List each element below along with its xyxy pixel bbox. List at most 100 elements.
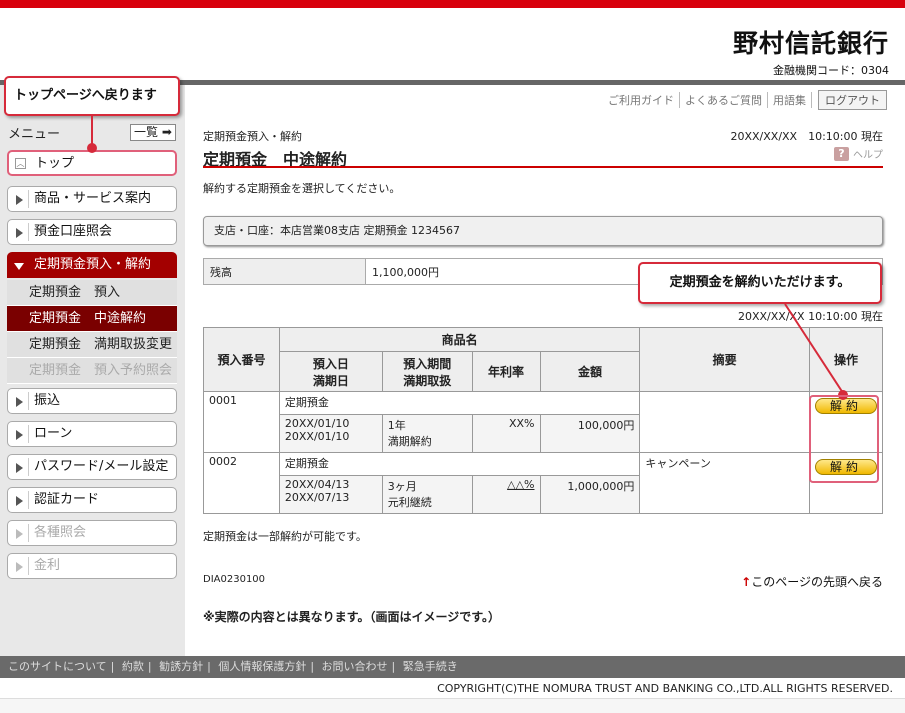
deposit-no: 0001: [203, 391, 280, 453]
triangle-right-icon: [16, 562, 23, 572]
balance-label: 残高: [203, 258, 366, 285]
rate: △△%: [471, 475, 541, 514]
deposit-term: 1年: [387, 419, 406, 432]
menu-list-button[interactable]: 一覧 ➡: [130, 124, 176, 141]
sidebar-item-transfer[interactable]: 振込: [7, 388, 177, 414]
bank-logo[interactable]: 野村信託銀行: [733, 24, 889, 60]
header-amount: 金額: [539, 351, 641, 392]
table-row: 0002 定期預金 キャンペーン 解約: [203, 452, 884, 514]
sidebar-item-label: 金利: [34, 558, 61, 573]
back-to-top-link[interactable]: ↑このページの先頭へ戻る: [741, 573, 883, 590]
top-red-bar: [0, 0, 905, 8]
sidebar-item-loan[interactable]: ローン: [7, 421, 177, 447]
sidebar-item-auth-card[interactable]: 認証カード: [7, 487, 177, 513]
sidebar: メニュー 一覧 ➡ ︿ トップ 商品・サービス案内 預金口座照会 定期預金預入・…: [0, 85, 185, 656]
sidebar-item-account-inquiry[interactable]: 預金口座照会: [7, 219, 177, 245]
subitem-deposit[interactable]: 定期預金 預入: [7, 280, 177, 306]
guide-link[interactable]: ご利用ガイド: [603, 92, 680, 108]
breadcrumb: 定期預金預入・解約: [203, 130, 302, 143]
dates: 20XX/01/10 20XX/01/10: [278, 414, 383, 453]
sidebar-item-label: 定期預金預入・解約: [34, 257, 152, 272]
deposit-date: 20XX/01/10: [284, 417, 350, 430]
header-dates: 預入日 満期日: [278, 351, 383, 392]
maturity-date: 20XX/07/13: [284, 491, 350, 504]
faq-link[interactable]: よくあるご質問: [680, 92, 768, 108]
triangle-right-icon: [16, 397, 23, 407]
footer-link-terms[interactable]: 約款: [122, 660, 144, 673]
maturity-date: 20XX/01/10: [284, 430, 350, 443]
header-rate: 年利率: [471, 351, 541, 392]
maturity-handling: 元利継続: [387, 496, 432, 509]
amount: 1,000,000円: [539, 475, 641, 514]
sidebar-item-password[interactable]: パスワード/メール設定: [7, 454, 177, 480]
subitem-maturity-change[interactable]: 定期預金 満期取扱変更: [7, 332, 177, 358]
chevron-up-icon: ︿: [15, 158, 26, 169]
triangle-right-icon: [16, 529, 23, 539]
header-deposit-date: 預入日: [312, 356, 349, 371]
partial-cancel-note: 定期預金は一部解約が可能です。: [203, 530, 367, 543]
help-icon: ?: [834, 146, 849, 161]
sidebar-item-inquiries: 各種照会: [7, 520, 177, 546]
header-maturity-date: 満期日: [312, 373, 349, 388]
sidebar-item-label: トップ: [35, 156, 75, 171]
product-name: 定期預金: [278, 452, 641, 476]
triangle-right-icon: [16, 430, 23, 440]
callout-cancel-available: 定期預金を解約いただけます。: [638, 262, 882, 304]
cancel-buttons-highlight: [809, 395, 879, 483]
sidebar-item-top[interactable]: ︿ トップ: [7, 150, 177, 176]
header-term: 預入期間 満期取扱: [381, 351, 473, 392]
term: 1年満期解約: [381, 414, 473, 453]
account-info-box: 支店・口座：本店営業08支店 定期預金 1234567: [203, 216, 883, 246]
glossary-link[interactable]: 用語集: [768, 92, 812, 108]
brand: 野村信託銀行 金融機関コード：0304: [733, 24, 889, 78]
dates: 20XX/04/13 20XX/07/13: [278, 475, 383, 514]
callout-back-to-top: トップページへ戻ります: [4, 76, 180, 116]
footer-link-solicitation[interactable]: 勧誘方針: [159, 660, 203, 673]
deposit-term: 3ヶ月: [387, 480, 417, 493]
triangle-down-icon: [14, 263, 24, 270]
sidebar-item-label: 商品・サービス案内: [34, 191, 152, 206]
utility-nav: ご利用ガイド よくあるご質問 用語集 ログアウト: [603, 90, 887, 110]
sidebar-item-products[interactable]: 商品・サービス案内: [7, 186, 177, 212]
help-label: ヘルプ: [853, 150, 883, 161]
header-product: 商品名: [278, 327, 641, 352]
triangle-right-icon: [16, 463, 23, 473]
logout-button[interactable]: ログアウト: [818, 90, 887, 110]
amount: 100,000円: [539, 414, 641, 453]
maturity-handling: 満期解約: [387, 435, 432, 448]
header-deposit-term: 預入期間: [403, 356, 452, 371]
subitem-early-cancel[interactable]: 定期預金 中途解約: [7, 306, 177, 332]
sidebar-item-time-deposit[interactable]: 定期預金預入・解約: [7, 252, 177, 278]
sidebar-item-label: パスワード/メール設定: [34, 459, 169, 474]
menu-list-label: 一覧: [134, 125, 159, 139]
title-underline: [203, 166, 883, 168]
rate: XX%: [471, 414, 541, 453]
footer-link-about[interactable]: このサイトについて: [8, 660, 107, 673]
help-link[interactable]: ? ヘルプ: [834, 146, 883, 161]
instruction-text: 解約する定期預金を選択してください。: [203, 182, 401, 195]
triangle-right-icon: [16, 228, 23, 238]
sidebar-item-label: ローン: [34, 426, 73, 441]
deposit-no: 0002: [203, 452, 280, 514]
arrow-up-icon: ↑: [741, 575, 752, 589]
deposit-date: 20XX/04/13: [284, 478, 350, 491]
bottom-bar: [0, 698, 905, 713]
product-name: 定期預金: [278, 391, 641, 415]
footer-link-privacy[interactable]: 個人情報保護方針: [218, 660, 306, 673]
menu-heading: メニュー: [8, 127, 61, 142]
term: 3ヶ月元利継続: [381, 475, 473, 514]
back-to-top-label: このページの先頭へ戻る: [751, 575, 883, 589]
sidebar-item-label: 認証カード: [34, 492, 100, 507]
header-deposit-no: 預入番号: [203, 327, 280, 392]
page-id: DIA0230100: [203, 574, 266, 585]
subitem-reservation-inquiry: 定期預金 預入予約照会: [7, 358, 177, 384]
sidebar-item-label: 振込: [34, 393, 61, 408]
footer-link-contact[interactable]: お問い合わせ: [322, 660, 388, 673]
bank-code: 金融機関コード：0304: [773, 64, 889, 77]
header-maturity-handling: 満期取扱: [403, 373, 452, 388]
sidebar-item-rates: 金利: [7, 553, 177, 579]
triangle-right-icon: [16, 195, 23, 205]
current-datetime: 20XX/XX/XX 10:10:00 現在: [730, 130, 883, 143]
memo: キャンペーン: [639, 452, 810, 514]
footer-link-emergency[interactable]: 緊急手続き: [403, 660, 458, 673]
